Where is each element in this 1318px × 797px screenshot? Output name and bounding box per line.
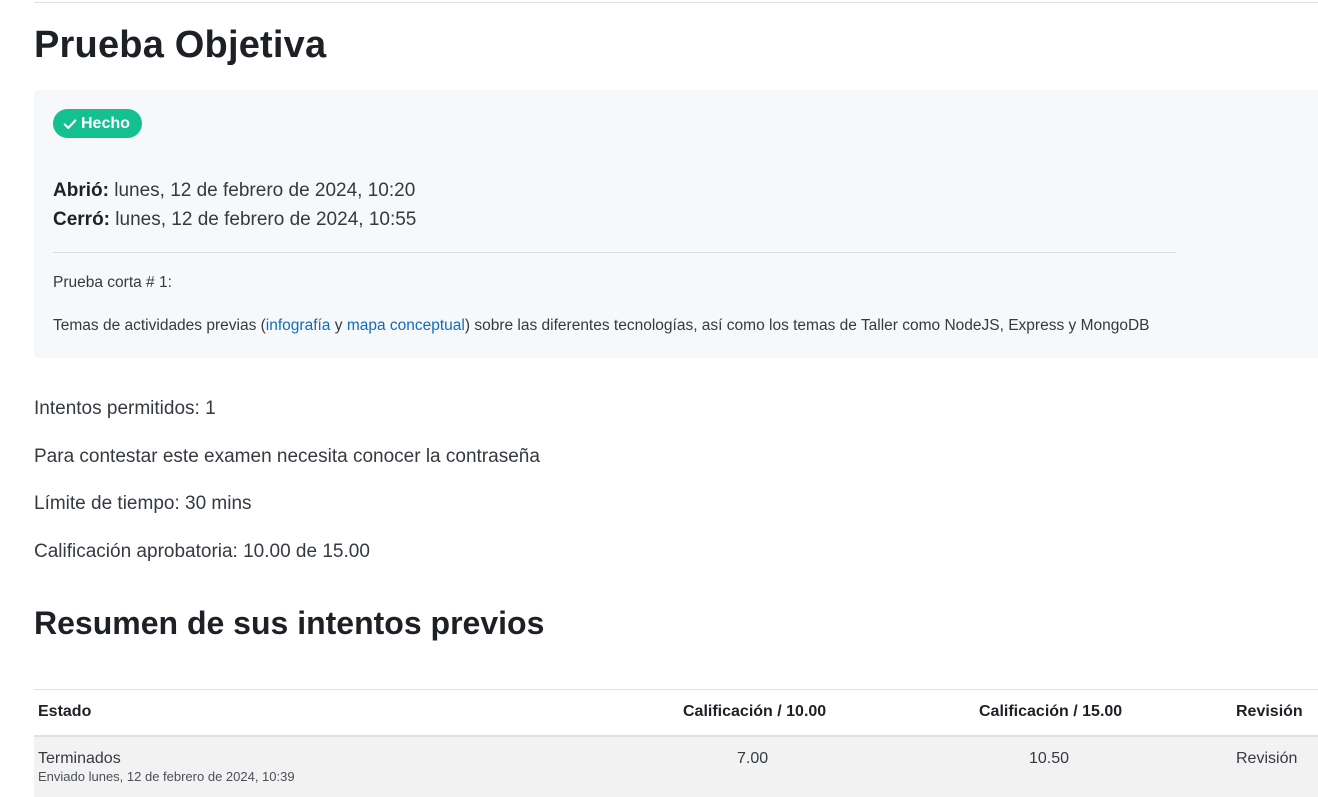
check-icon [63,118,77,129]
description-divider [53,252,1176,253]
description-text-end: ) sobre las diferentes tecnologías, así … [464,317,1150,334]
mapa-conceptual-link[interactable]: mapa conceptual [347,317,465,334]
row-estado: Terminados [38,750,121,767]
row-calificacion-15: 10.50 [1029,750,1070,767]
opened-label: Abrió: [53,180,109,201]
activity-information-box: Hecho Abrió: lunes, 12 de febrero de 202… [34,90,1318,358]
attempts-summary-table: Estado Calificación / 10.00 Calificación… [34,689,1318,797]
description-text: Temas de actividades previas (infografía… [53,317,1150,335]
attempts-summary-title: Resumen de sus intentos previos [34,605,545,641]
closed-date-row: Cerró: lunes, 12 de febrero de 2024, 10:… [53,205,416,234]
table-row: Terminados Enviado lunes, 12 de febrero … [34,737,1318,797]
activity-dates: Abrió: lunes, 12 de febrero de 2024, 10:… [53,176,416,234]
top-divider [34,2,1318,3]
description-text-start: Temas de actividades previas ( [53,317,266,334]
header-calificacion-10: Calificación / 10.00 [683,703,827,720]
table-header-row: Estado Calificación / 10.00 Calificación… [34,690,1318,737]
attempts-allowed: Intentos permitidos: 1 [34,398,216,419]
closed-label: Cerró: [53,209,111,230]
completion-status-label: Hecho [81,114,130,132]
infografia-link[interactable]: infografía [266,317,331,334]
closed-value: lunes, 12 de febrero de 2024, 10:55 [115,209,417,230]
header-revision: Revisión [1236,703,1303,720]
password-required-notice: Para contestar este examen necesita cono… [34,446,540,467]
row-calificacion-10: 7.00 [737,750,769,767]
time-limit: Límite de tiempo: 30 mins [34,493,252,514]
passing-grade: Calificación aprobatoria: 10.00 de 15.00 [34,541,370,562]
description-text-mid: y [330,317,347,334]
description-heading: Prueba corta # 1: [53,274,172,291]
opened-value: lunes, 12 de febrero de 2024, 10:20 [114,180,416,201]
page-title: Prueba Objetiva [34,24,327,66]
opened-date-row: Abrió: lunes, 12 de febrero de 2024, 10:… [53,176,416,205]
header-estado: Estado [38,703,92,720]
completion-status-badge: Hecho [53,109,142,138]
header-calificacion-15: Calificación / 15.00 [979,703,1123,720]
row-revision-link[interactable]: Revisión [1236,750,1297,768]
